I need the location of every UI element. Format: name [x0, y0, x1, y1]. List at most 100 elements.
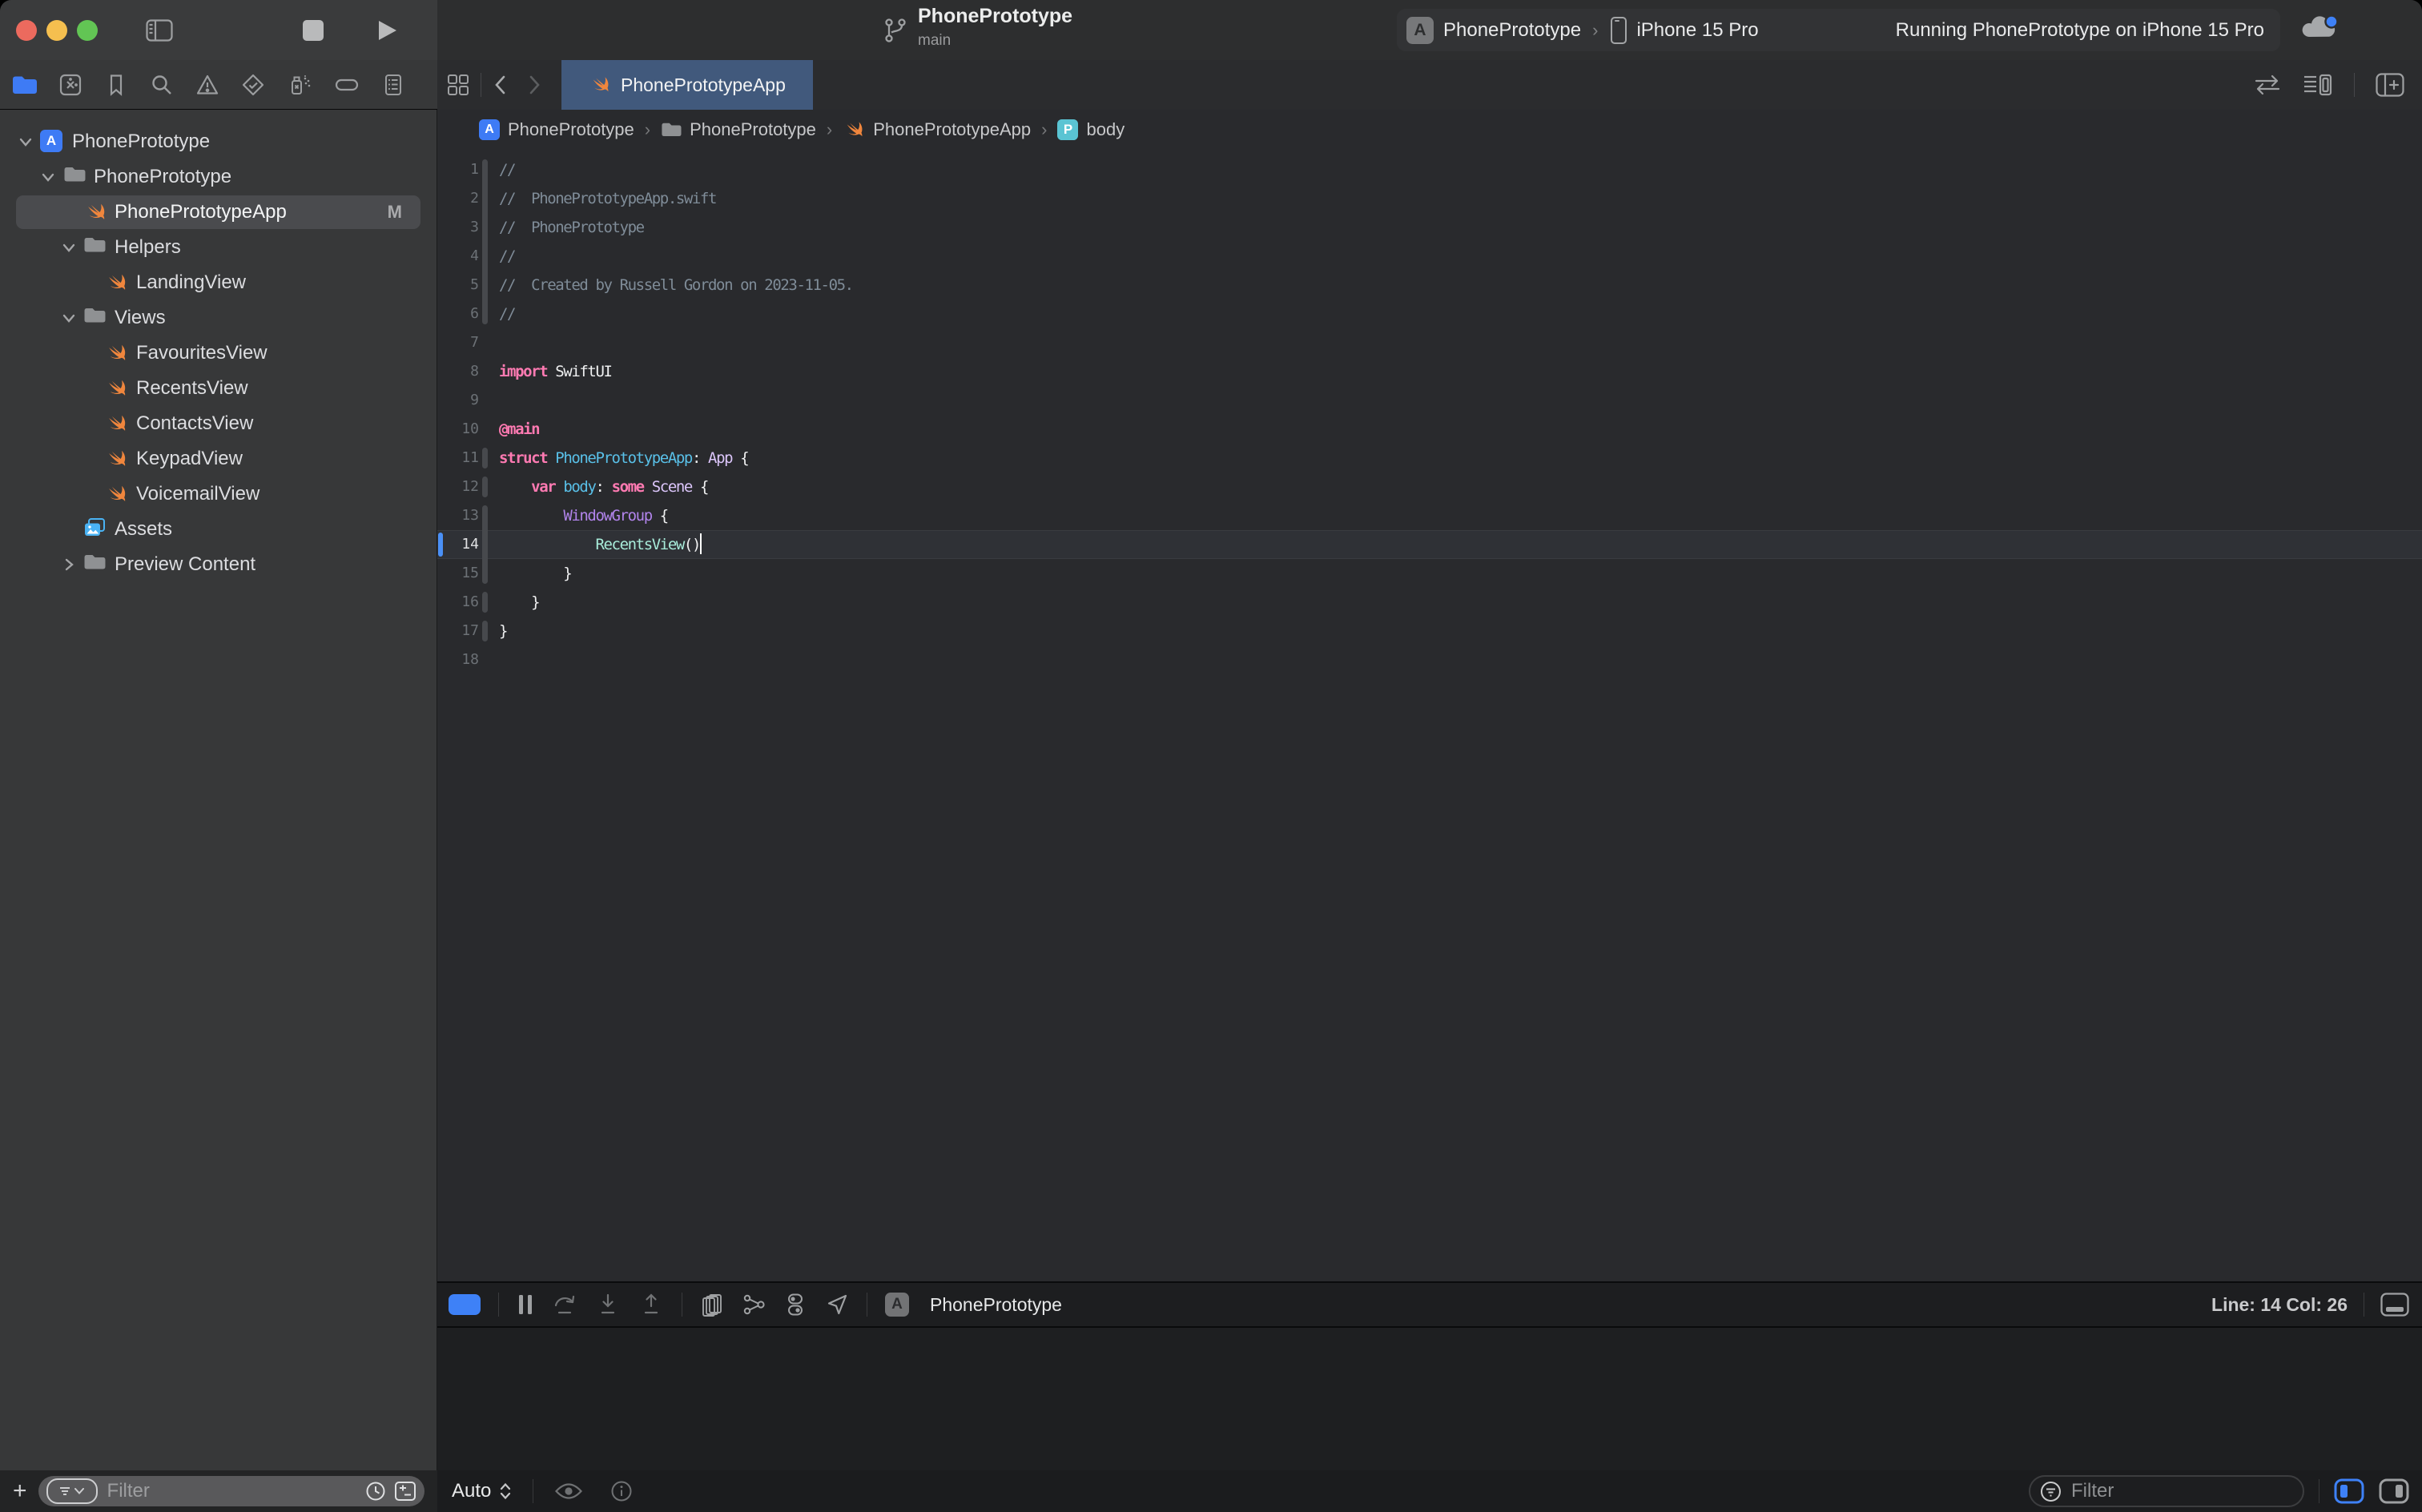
- line-number[interactable]: 9: [437, 386, 479, 415]
- editor-options-icon[interactable]: [2303, 73, 2333, 97]
- info-icon[interactable]: [610, 1480, 633, 1502]
- sidebar-item-phoneprototypeapp[interactable]: PhonePrototypeAppM: [0, 195, 437, 230]
- code-line[interactable]: var body: some Scene {: [499, 472, 708, 501]
- code-line[interactable]: @main: [499, 415, 539, 444]
- bookmark-navigator-icon[interactable]: [104, 73, 128, 97]
- scheme-name[interactable]: PhonePrototype: [1443, 19, 1581, 42]
- disclosure-chevron-icon[interactable]: [62, 311, 75, 325]
- test-navigator-icon[interactable]: [241, 73, 265, 97]
- find-navigator-icon[interactable]: [150, 73, 174, 97]
- line-number[interactable]: 8: [437, 357, 479, 386]
- console-filter-input[interactable]: [2070, 1479, 2293, 1503]
- stop-button[interactable]: [303, 20, 324, 41]
- show-variables-view-icon[interactable]: [2334, 1478, 2364, 1504]
- code-line[interactable]: //: [499, 155, 515, 184]
- code-line[interactable]: //: [499, 300, 515, 328]
- pause-execution-icon[interactable]: [517, 1293, 534, 1316]
- code-line[interactable]: }: [499, 617, 507, 645]
- sidebar-item-landingview[interactable]: LandingView: [0, 265, 437, 300]
- code-line[interactable]: // PhonePrototypeApp.swift: [499, 184, 716, 213]
- close-button[interactable]: [16, 20, 37, 41]
- toggle-left-sidebar-icon[interactable]: [146, 19, 173, 42]
- line-number[interactable]: 4: [437, 242, 479, 271]
- sidebar-item-contactsview[interactable]: ContactsView: [0, 406, 437, 441]
- forward-button[interactable]: [526, 74, 542, 96]
- navigator-filter-input[interactable]: [106, 1479, 357, 1503]
- add-editor-icon[interactable]: [2376, 73, 2404, 97]
- line-number[interactable]: 13: [437, 501, 479, 530]
- step-into-icon[interactable]: [595, 1293, 621, 1317]
- tab-phoneprototypeapp[interactable]: PhonePrototypeApp: [561, 60, 813, 110]
- line-number[interactable]: 5: [437, 271, 479, 300]
- source-control-navigator-icon[interactable]: [58, 73, 82, 97]
- minimize-button[interactable]: [46, 20, 67, 41]
- variables-view-mode[interactable]: Auto: [452, 1480, 491, 1502]
- sidebar-item-favouritesview[interactable]: FavouritesView: [0, 336, 437, 371]
- navigator-filter-field[interactable]: [38, 1476, 424, 1506]
- sidebar-item-helpers[interactable]: Helpers: [0, 230, 437, 265]
- show-console-view-icon[interactable]: [2379, 1478, 2409, 1504]
- sidebar-item-voicemailview[interactable]: VoicemailView: [0, 477, 437, 512]
- line-number[interactable]: 2: [437, 184, 479, 213]
- toggle-debug-area-icon[interactable]: [2380, 1293, 2409, 1317]
- code-line[interactable]: import SwiftUI: [499, 357, 612, 386]
- breadcrumb-item-phoneprototypeapp[interactable]: PhonePrototypeApp: [843, 119, 1031, 141]
- breakpoint-navigator-icon[interactable]: [334, 73, 360, 97]
- line-number[interactable]: 10: [437, 415, 479, 444]
- code-fold-ribbon[interactable]: [482, 159, 488, 324]
- code-line[interactable]: // PhonePrototype: [499, 213, 644, 242]
- code-fold-ribbon[interactable]: [482, 477, 488, 497]
- line-number[interactable]: 7: [437, 328, 479, 357]
- sidebar-item-views[interactable]: Views: [0, 300, 437, 336]
- line-number[interactable]: 15: [437, 559, 479, 588]
- debug-navigator-icon[interactable]: [287, 73, 312, 97]
- code-fold-ribbon[interactable]: [482, 592, 488, 613]
- source-control-status-filter-icon[interactable]: [394, 1481, 416, 1502]
- sidebar-item-preview-content[interactable]: Preview Content: [0, 547, 437, 582]
- disclosure-chevron-icon[interactable]: [62, 240, 75, 255]
- console-filter-field[interactable]: [2029, 1475, 2304, 1507]
- line-number[interactable]: 12: [437, 472, 479, 501]
- code-line[interactable]: WindowGroup {: [499, 501, 668, 530]
- code-line[interactable]: }: [499, 559, 571, 588]
- back-button[interactable]: [493, 74, 509, 96]
- add-file-button[interactable]: +: [13, 1478, 27, 1505]
- line-number[interactable]: 6: [437, 300, 479, 328]
- environment-overrides-icon[interactable]: [783, 1293, 807, 1317]
- hide-debug-area-button[interactable]: [449, 1294, 481, 1315]
- running-process-label[interactable]: PhonePrototype: [930, 1294, 1062, 1316]
- line-number[interactable]: 3: [437, 213, 479, 242]
- code-fold-ribbon[interactable]: [482, 505, 488, 584]
- filter-icon[interactable]: [46, 1478, 98, 1504]
- code-line[interactable]: }: [499, 588, 539, 617]
- simulate-location-icon[interactable]: [825, 1293, 849, 1317]
- report-navigator-icon[interactable]: [381, 73, 405, 97]
- line-number[interactable]: 18: [437, 645, 479, 674]
- issue-navigator-icon[interactable]: [195, 73, 219, 97]
- cloud-status-icon[interactable]: [2300, 14, 2345, 46]
- related-items-icon[interactable]: [447, 74, 469, 96]
- breadcrumb-item-phoneprototype[interactable]: PhonePrototype: [661, 119, 816, 140]
- line-number[interactable]: 11: [437, 444, 479, 472]
- code-line[interactable]: struct PhonePrototypeApp: App {: [499, 444, 748, 472]
- sidebar-item-assets[interactable]: Assets: [0, 512, 437, 547]
- line-number[interactable]: 1: [437, 155, 479, 184]
- zoom-button[interactable]: [77, 20, 98, 41]
- code-line[interactable]: //: [499, 242, 515, 271]
- debug-console-area[interactable]: [437, 1328, 2422, 1470]
- memory-graph-icon[interactable]: [742, 1293, 766, 1317]
- run-destination[interactable]: iPhone 15 Pro: [1636, 19, 1758, 42]
- sidebar-item-recentsview[interactable]: RecentsView: [0, 371, 437, 406]
- scheme-activity-pill[interactable]: A PhonePrototype › iPhone 15 Pro Running…: [1397, 9, 2280, 51]
- updown-chevrons-icon[interactable]: [499, 1482, 512, 1501]
- quicklook-eye-icon[interactable]: [554, 1482, 583, 1501]
- code-line[interactable]: // Created by Russell Gordon on 2023-11-…: [499, 271, 853, 300]
- sidebar-item-phoneprototype[interactable]: PhonePrototype: [0, 159, 437, 195]
- line-number[interactable]: 17: [437, 617, 479, 645]
- source-editor[interactable]: 1 // 2 // PhonePrototypeApp.swift 3 // PhoneP…: [437, 150, 2422, 1281]
- disclosure-chevron-icon[interactable]: [62, 557, 75, 572]
- code-fold-ribbon[interactable]: [482, 448, 488, 468]
- code-fold-ribbon[interactable]: [482, 621, 488, 641]
- recent-files-clock-icon[interactable]: [365, 1481, 386, 1502]
- step-over-icon[interactable]: [552, 1293, 577, 1317]
